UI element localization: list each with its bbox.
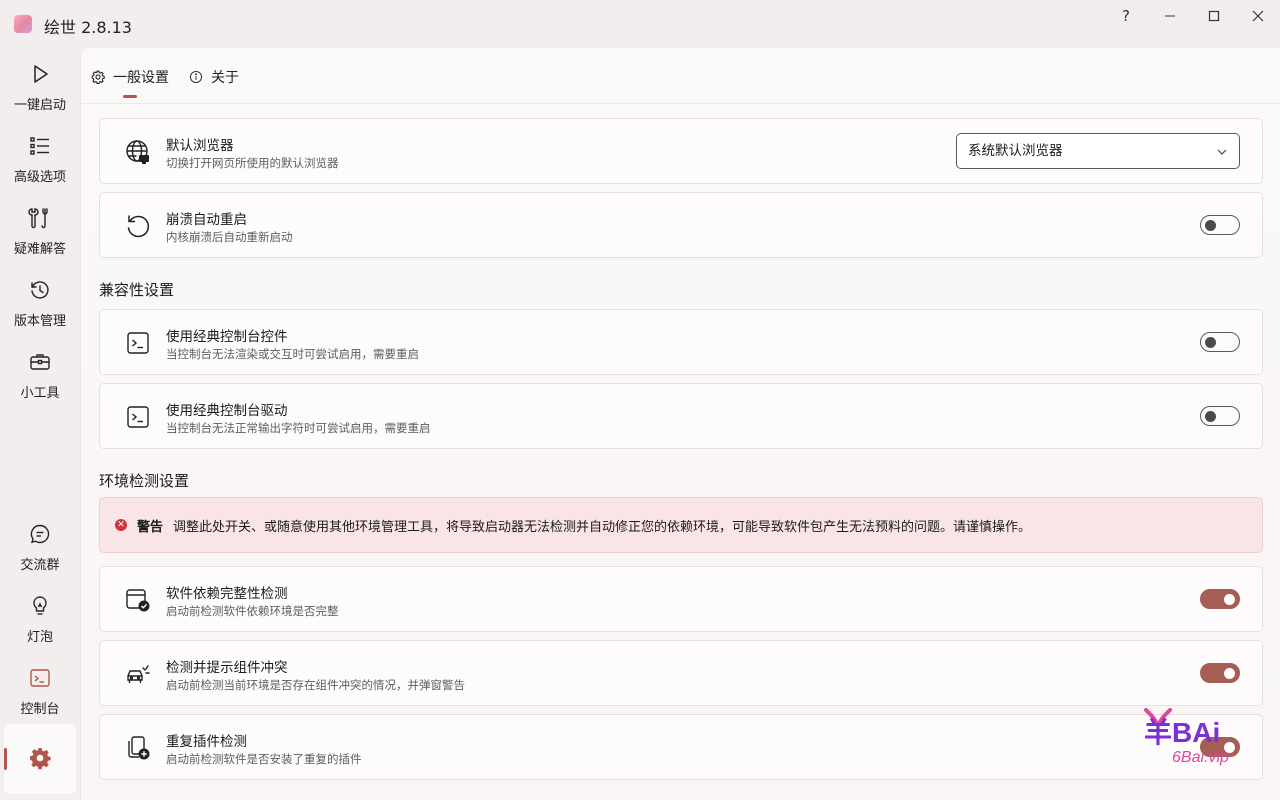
sidebar-item-launch[interactable]: 一键启动 <box>4 56 76 126</box>
setting-description: 内核崩溃后自动重新启动 <box>166 230 293 244</box>
tab-bar: 一般设置 关于 <box>81 48 1280 104</box>
setting-description: 启动前检测软件是否安装了重复的插件 <box>166 752 362 766</box>
tab-general[interactable]: 一般设置 <box>91 66 169 88</box>
default-browser-card: 默认浏览器 切换打开网页所使用的默认浏览器 系统默认浏览器 <box>99 118 1263 184</box>
sidebar: 一键启动 高级选项 疑难解答 版本管理 小工具 交流群 灯泡 控制台 <box>0 48 80 800</box>
dependency-check-card: 软件依赖完整性检测 启动前检测软件依赖环境是否完整 <box>99 566 1263 632</box>
sidebar-item-versions[interactable]: 版本管理 <box>4 272 76 342</box>
classic-console-control-toggle[interactable] <box>1200 332 1240 352</box>
setting-title: 崩溃自动重启 <box>166 212 247 228</box>
sidebar-item-advanced[interactable]: 高级选项 <box>4 128 76 198</box>
info-icon <box>189 70 203 84</box>
sidebar-item-label: 控制台 <box>20 702 60 717</box>
sidebar-item-label: 疑难解答 <box>13 242 66 257</box>
app-logo-icon <box>14 15 32 33</box>
active-indicator <box>4 748 7 770</box>
sidebar-item-console[interactable]: 控制台 <box>4 660 76 730</box>
sidebar-item-label: 交流群 <box>20 558 60 573</box>
gear-icon <box>30 748 51 770</box>
sidebar-item-tools[interactable]: 小工具 <box>4 344 76 414</box>
setting-title: 重复插件检测 <box>166 734 247 750</box>
terminal-icon <box>124 329 152 357</box>
watermark-text: 羊BAi <box>1144 717 1220 748</box>
sidebar-item-label: 小工具 <box>20 386 60 401</box>
sidebar-item-label: 灯泡 <box>26 630 53 645</box>
car-crash-icon <box>124 660 152 688</box>
sidebar-item-label: 版本管理 <box>13 314 66 329</box>
close-icon <box>1252 10 1264 22</box>
duplicate-plugin-card: 重复插件检测 启动前检测软件是否安装了重复的插件 <box>99 714 1263 780</box>
sidebar-item-label: 一键启动 <box>13 98 66 113</box>
wrench-icon <box>28 208 48 229</box>
dependency-check-toggle[interactable] <box>1200 589 1240 609</box>
chevron-down-icon <box>1217 149 1227 155</box>
watermark-logo: 羊BAi 6Bai.vip <box>1140 704 1260 768</box>
restart-icon <box>124 212 152 240</box>
setting-title: 软件依赖完整性检测 <box>166 586 288 602</box>
chat-icon <box>30 524 50 544</box>
conflict-check-toggle[interactable] <box>1200 663 1240 683</box>
classic-console-control-card: 使用经典控制台控件 当控制台无法渲染或交互时可尝试启用，需要重启 <box>99 309 1263 375</box>
history-icon <box>31 281 49 299</box>
setting-description: 当控制台无法渲染或交互时可尝试启用，需要重启 <box>166 347 419 361</box>
settings-panel: 一般设置 关于 默认浏览器 切换打开网页所使用的默认浏览器 系统默认浏览器 崩溃… <box>80 48 1280 800</box>
sidebar-item-troubleshoot[interactable]: 疑难解答 <box>4 200 76 270</box>
copy-add-icon <box>124 734 152 762</box>
sidebar-item-settings[interactable] <box>4 724 76 794</box>
toggle-knob <box>1205 410 1216 422</box>
sidebar-item-community[interactable]: 交流群 <box>4 516 76 586</box>
setting-description: 启动前检测软件依赖环境是否完整 <box>166 604 339 618</box>
conflict-check-card: 检测并提示组件冲突 启动前检测当前环境是否存在组件冲突的情况，并弹窗警告 <box>99 640 1263 706</box>
window-check-icon <box>124 586 152 614</box>
maximize-icon <box>1208 10 1220 22</box>
maximize-button[interactable] <box>1192 0 1236 32</box>
list-icon <box>30 137 49 155</box>
classic-console-driver-toggle[interactable] <box>1200 406 1240 426</box>
tab-label: 一般设置 <box>113 70 169 86</box>
env-section-heading: 环境检测设置 <box>99 472 190 490</box>
setting-title: 默认浏览器 <box>166 138 234 154</box>
help-button[interactable]: ? <box>1104 0 1148 32</box>
setting-title: 使用经典控制台驱动 <box>166 403 288 419</box>
error-icon: ✕ <box>115 519 127 531</box>
tab-about[interactable]: 关于 <box>189 66 239 88</box>
crash-restart-toggle[interactable] <box>1200 215 1240 235</box>
toggle-knob <box>1224 593 1235 605</box>
warning-banner: ✕ 警告 调整此处开关、或随意使用其他环境管理工具，将导致启动器无法检测并自动修… <box>99 497 1263 553</box>
sidebar-item-label: 高级选项 <box>13 170 66 185</box>
play-icon <box>34 65 48 83</box>
browser-select-value: 系统默认浏览器 <box>968 143 1063 159</box>
tab-label: 关于 <box>211 70 239 86</box>
toggle-knob <box>1205 336 1216 348</box>
crash-restart-card: 崩溃自动重启 内核崩溃后自动重新启动 <box>99 192 1263 258</box>
minimize-button[interactable] <box>1148 0 1192 32</box>
warning-text: 调整此处开关、或随意使用其他环境管理工具，将导致启动器无法检测并自动修正您的依赖… <box>173 519 1032 535</box>
classic-console-driver-card: 使用经典控制台驱动 当控制台无法正常输出字符时可尝试启用，需要重启 <box>99 383 1263 449</box>
setting-title: 使用经典控制台控件 <box>166 329 288 345</box>
bulb-icon <box>33 596 47 615</box>
browser-select[interactable]: 系统默认浏览器 <box>956 133 1240 169</box>
minimize-icon <box>1165 15 1175 17</box>
watermark-url: 6Bai.vip <box>1172 749 1229 766</box>
terminal-icon <box>124 403 152 431</box>
setting-description: 当控制台无法正常输出字符时可尝试启用，需要重启 <box>166 421 431 435</box>
setting-description: 启动前检测当前环境是否存在组件冲突的情况，并弹窗警告 <box>166 678 465 692</box>
sidebar-item-bulb[interactable]: 灯泡 <box>4 588 76 658</box>
toggle-knob <box>1205 219 1216 231</box>
close-button[interactable] <box>1236 0 1280 32</box>
toolbox-icon <box>30 354 50 370</box>
compat-section-heading: 兼容性设置 <box>99 281 175 299</box>
setting-description: 切换打开网页所使用的默认浏览器 <box>166 156 339 170</box>
window-title: 绘世 2.8.13 <box>44 18 132 37</box>
gear-icon <box>91 70 105 84</box>
toggle-knob <box>1224 667 1235 679</box>
tab-active-underline <box>123 95 137 98</box>
warning-title: 警告 <box>137 519 164 535</box>
terminal-icon <box>30 669 50 687</box>
globe-icon <box>124 138 152 166</box>
title-bar: 绘世 2.8.13 ? <box>0 0 1280 48</box>
setting-title: 检测并提示组件冲突 <box>166 660 288 676</box>
